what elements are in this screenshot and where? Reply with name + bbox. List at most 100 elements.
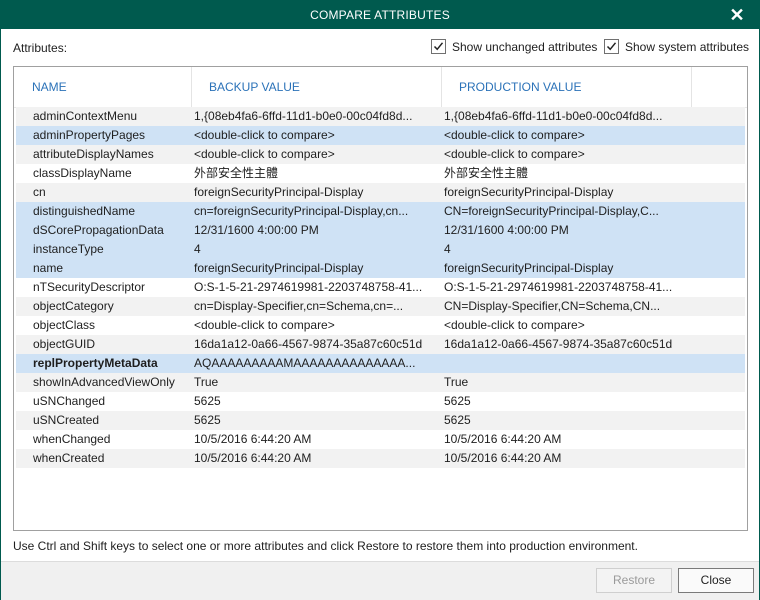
dialog-title: COMPARE ATTRIBUTES <box>310 8 450 22</box>
table-row[interactable]: uSNChanged 5625 5625 <box>16 392 745 411</box>
backup-value-cell: 5625 <box>194 394 221 408</box>
production-value-cell: O:S-1-5-21-2974619981-2203748758-41... <box>444 280 673 294</box>
backup-value-cell: <double-click to compare> <box>194 147 335 161</box>
grid-rows: adminContextMenu 1,{08eb4fa6-6ffd-11d1-b0… <box>16 107 745 468</box>
backup-value-cell: 10/5/2016 6:44:20 AM <box>194 432 312 446</box>
checkbox-box[interactable] <box>431 39 446 54</box>
production-value-cell: True <box>444 375 469 389</box>
backup-value-cell: 1,{08eb4fa6-6ffd-11d1-b0e0-00c04fd8d... <box>194 109 413 123</box>
close-button[interactable]: Close <box>678 568 754 593</box>
attribute-name-cell: cn <box>33 185 46 199</box>
show-unchanged-checkbox[interactable]: Show unchanged attributes <box>431 39 597 54</box>
backup-value-cell: foreignSecurityPrincipal-Display <box>194 261 364 275</box>
table-row[interactable]: whenChanged 10/5/2016 6:44:20 AM 10/5/2016… <box>16 430 745 449</box>
hint-text: Use Ctrl and Shift keys to select one or… <box>13 539 638 553</box>
production-value-cell: CN=foreignSecurityPrincipal-Display,C... <box>444 204 659 218</box>
backup-value-cell: 外部安全性主體 <box>194 166 279 180</box>
backup-value-cell: cn=foreignSecurityPrincipal-Display,cn..… <box>194 204 409 218</box>
attribute-name-cell: classDisplayName <box>33 166 132 180</box>
backup-value-cell: cn=Display-Specifier,cn=Schema,cn=... <box>194 299 404 313</box>
show-unchanged-label: Show unchanged attributes <box>452 39 598 54</box>
table-row[interactable]: nTSecurityDescriptor O:S-1-5-21-297461998… <box>16 278 745 297</box>
backup-value-cell: 4 <box>194 242 201 256</box>
table-row[interactable]: dSCorePropagationData 12/31/1600 4:00:00 … <box>16 221 745 240</box>
table-row[interactable]: cn foreignSecurityPrincipal-Display foreig… <box>16 183 745 202</box>
table-row[interactable]: whenCreated 10/5/2016 6:44:20 AM 10/5/2016… <box>16 449 745 468</box>
restore-button[interactable]: Restore <box>596 568 672 593</box>
attribute-name-cell: uSNCreated <box>33 413 100 427</box>
backup-value-cell: O:S-1-5-21-2974619981-2203748758-41... <box>194 280 423 294</box>
attribute-name-cell: adminContextMenu <box>33 109 138 123</box>
title-bar: COMPARE ATTRIBUTES ✕ <box>1 1 759 29</box>
table-row[interactable]: instanceType 4 4 <box>16 240 745 259</box>
table-row[interactable]: objectGUID 16da1a12-0a66-4567-9874-35a87c… <box>16 335 745 354</box>
table-row[interactable]: objectCategory cn=Display-Specifier,cn=Sc… <box>16 297 745 316</box>
show-system-checkbox[interactable]: Show system attributes <box>604 39 749 54</box>
attribute-name-cell: whenCreated <box>33 451 105 465</box>
production-value-cell: 5625 <box>444 413 471 427</box>
production-value-cell: 5625 <box>444 394 471 408</box>
attribute-name-cell: distinguishedName <box>33 204 136 218</box>
table-row[interactable]: distinguishedName cn=foreignSecurityPrinc… <box>16 202 745 221</box>
production-value-cell: <double-click to compare> <box>444 128 585 142</box>
production-value-cell: 4 <box>444 242 451 256</box>
column-header-production-value[interactable]: PRODUCTION VALUE <box>442 67 692 107</box>
production-value-cell: <double-click to compare> <box>444 318 585 332</box>
production-value-cell: CN=Display-Specifier,CN=Schema,CN... <box>444 299 661 313</box>
table-row[interactable]: classDisplayName 外部安全性主體 外部安全性主體 <box>16 164 745 183</box>
production-value-cell: <double-click to compare> <box>444 147 585 161</box>
checkmark-icon <box>433 42 444 51</box>
production-value-cell: 10/5/2016 6:44:20 AM <box>444 451 562 465</box>
backup-value-cell: <double-click to compare> <box>194 128 335 142</box>
table-row[interactable]: replPropertyMetaData AQAAAAAAAAAMAAAAAAAA… <box>16 354 745 373</box>
column-header-name[interactable]: NAME <box>14 67 192 107</box>
grid-header: NAME BACKUP VALUE PRODUCTION VALUE <box>14 67 747 108</box>
table-row[interactable]: showInAdvancedViewOnly True True <box>16 373 745 392</box>
attribute-name-cell: objectClass <box>33 318 96 332</box>
column-header-backup-value[interactable]: BACKUP VALUE <box>192 67 442 107</box>
backup-value-cell: 10/5/2016 6:44:20 AM <box>194 451 312 465</box>
attribute-name-cell: instanceType <box>33 242 104 256</box>
compare-attributes-dialog: COMPARE ATTRIBUTES ✕ Attributes: Show un… <box>0 0 760 600</box>
production-value-cell: 1,{08eb4fa6-6ffd-11d1-b0e0-00c04fd8d... <box>444 109 663 123</box>
attributes-label: Attributes: <box>13 41 68 55</box>
dialog-footer: Restore Close <box>1 561 759 600</box>
backup-value-cell: 5625 <box>194 413 221 427</box>
attribute-name-cell: name <box>33 261 64 275</box>
attribute-name-cell: replPropertyMetaData <box>33 356 158 370</box>
table-row[interactable]: name foreignSecurityPrincipal-Display fore… <box>16 259 745 278</box>
production-value-cell: foreignSecurityPrincipal-Display <box>444 261 614 275</box>
table-row[interactable]: attributeDisplayNames <double-click to co… <box>16 145 745 164</box>
attribute-name-cell: adminPropertyPages <box>33 128 146 142</box>
table-row[interactable]: adminPropertyPages <double-click to compa… <box>16 126 745 145</box>
production-value-cell: foreignSecurityPrincipal-Display <box>444 185 614 199</box>
attribute-name-cell: objectCategory <box>33 299 114 313</box>
attribute-name-cell: uSNChanged <box>33 394 106 408</box>
attribute-name-cell: attributeDisplayNames <box>33 147 154 161</box>
attribute-name-cell: whenChanged <box>33 432 111 446</box>
checkbox-box[interactable] <box>604 39 619 54</box>
production-value-cell: 10/5/2016 6:44:20 AM <box>444 432 562 446</box>
column-header-filler <box>692 67 746 107</box>
table-row[interactable]: uSNCreated 5625 5625 <box>16 411 745 430</box>
attribute-name-cell: showInAdvancedViewOnly <box>33 375 175 389</box>
backup-value-cell: foreignSecurityPrincipal-Display <box>194 185 364 199</box>
close-icon[interactable]: ✕ <box>727 5 747 25</box>
production-value-cell: 外部安全性主體 <box>444 166 529 180</box>
attributes-grid[interactable]: NAME BACKUP VALUE PRODUCTION VALUE admin… <box>13 66 748 531</box>
backup-value-cell: True <box>194 375 219 389</box>
production-value-cell: 16da1a12-0a66-4567-9874-35a87c60c51d <box>444 337 673 351</box>
attribute-name-cell: objectGUID <box>33 337 96 351</box>
attribute-name-cell: nTSecurityDescriptor <box>33 280 146 294</box>
backup-value-cell: <double-click to compare> <box>194 318 335 332</box>
production-value-cell <box>444 354 690 373</box>
backup-value-cell: 12/31/1600 4:00:00 PM <box>194 223 319 237</box>
show-system-label: Show system attributes <box>625 39 750 54</box>
table-row[interactable]: adminContextMenu 1,{08eb4fa6-6ffd-11d1-b0… <box>16 107 745 126</box>
attribute-name-cell: dSCorePropagationData <box>33 223 164 237</box>
backup-value-cell: AQAAAAAAAAAMAAAAAAAAAAAAAA... <box>194 356 416 370</box>
table-row[interactable]: objectClass <double-click to compare> <dou… <box>16 316 745 335</box>
checkmark-icon <box>606 42 617 51</box>
backup-value-cell: 16da1a12-0a66-4567-9874-35a87c60c51d <box>194 337 423 351</box>
production-value-cell: 12/31/1600 4:00:00 PM <box>444 223 569 237</box>
